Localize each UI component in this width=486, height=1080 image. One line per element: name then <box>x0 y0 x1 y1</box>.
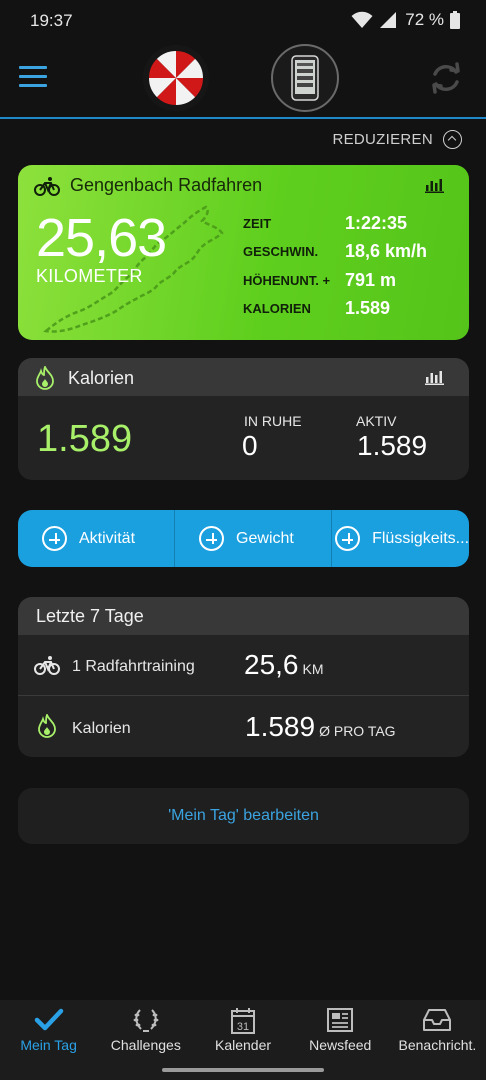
quick-add-bar: Aktivität Gewicht Flüssigkeits... <box>18 510 469 567</box>
calendar-icon: 31 <box>231 1008 255 1034</box>
inbox-icon <box>423 1009 452 1031</box>
activity-distance: 25,63 <box>36 208 167 268</box>
week-row-label: 1 Radfahrtraining <box>72 658 195 675</box>
home-indicator[interactable] <box>162 1068 324 1072</box>
activity-distance-unit: KILOMETER <box>36 266 143 286</box>
reduce-toggle[interactable]: REDUZIEREN <box>332 130 462 149</box>
bike-computer-icon <box>291 55 319 101</box>
chevron-up-icon <box>443 130 462 149</box>
stat-row-elevation: HÖHENUNT. + 791 m <box>243 266 427 295</box>
stat-row-speed: GESCHWIN. 18,6 km/h <box>243 238 427 267</box>
plus-circle-icon <box>42 526 67 551</box>
app-header <box>0 44 486 118</box>
calories-card[interactable]: Kalorien 1.589 IN RUHE 0 AKTIV 1.589 <box>18 358 469 480</box>
calories-rest-label: IN RUHE <box>244 413 302 429</box>
nav-label: Kalender <box>214 1037 272 1053</box>
stat-value: 18,6 km/h <box>345 241 428 262</box>
add-activity-button[interactable]: Aktivität <box>18 510 176 567</box>
activity-title: Gengenbach Radfahren <box>70 175 263 195</box>
stat-label: ZEIT <box>243 215 272 231</box>
flame-icon <box>38 714 56 738</box>
action-label: Gewicht <box>236 529 294 547</box>
week-row-label: Kalorien <box>72 720 131 737</box>
week-row-cycling[interactable]: 1 Radfahrtraining 25,6 KM <box>18 635 469 696</box>
calories-title: Kalorien <box>68 367 135 388</box>
calories-card-header: Kalorien <box>18 358 469 396</box>
stat-label: KALORIEN <box>243 301 311 317</box>
checkmark-icon <box>34 1008 63 1031</box>
stat-row-time: ZEIT 1:22:35 <box>243 209 427 238</box>
edit-my-day-button[interactable]: 'Mein Tag' bearbeiten <box>18 788 469 844</box>
plus-circle-icon <box>335 526 361 551</box>
stat-value: 791 m <box>345 269 397 290</box>
stat-label: GESCHWIN. <box>243 244 319 260</box>
stat-value: 1:22:35 <box>345 212 408 233</box>
wifi-icon <box>351 11 373 28</box>
last-7-days-card[interactable]: Letzte 7 Tage 1 Radfahrtraining 25,6 KM K… <box>18 597 469 757</box>
device-button[interactable] <box>271 44 339 112</box>
calories-total: 1.589 <box>37 418 133 460</box>
bicycle-icon <box>34 656 60 675</box>
add-hydration-button[interactable]: Flüssigkeits... <box>332 510 469 567</box>
activity-stats: ZEIT 1:22:35 GESCHWIN. 18,6 km/h HÖHENUN… <box>243 209 427 323</box>
battery-percent: 72 % <box>405 10 444 29</box>
nav-item-notifications[interactable]: Benachricht. <box>389 1000 486 1080</box>
header-divider <box>0 117 486 119</box>
add-weight-button[interactable]: Gewicht <box>175 510 333 567</box>
activity-card[interactable]: Gengenbach Radfahren 25,63 KILOMETER ZEI… <box>18 165 469 340</box>
hamburger-menu-icon[interactable] <box>19 66 47 90</box>
plus-circle-icon <box>199 526 225 551</box>
laurel-icon <box>133 1009 159 1032</box>
nav-item-my-day[interactable]: Mein Tag <box>0 1000 97 1080</box>
nav-label: Newsfeed <box>309 1037 372 1053</box>
week-row-number: 1.589 <box>245 711 316 742</box>
status-icons: 72 % <box>351 10 460 30</box>
action-label: Flüssigkeits... <box>372 529 469 547</box>
bar-chart-icon[interactable] <box>425 369 445 385</box>
calories-active-value: 1.589 <box>357 430 428 461</box>
stat-label: HÖHENUNT. + <box>243 272 331 288</box>
stat-value: 1.589 <box>345 298 391 319</box>
flame-icon <box>36 366 54 390</box>
week-row-calories[interactable]: Kalorien 1.589 Ø PRO TAG <box>18 697 469 757</box>
week-row-unit: KM <box>302 661 324 677</box>
stat-row-calories: KALORIEN 1.589 <box>243 295 427 324</box>
newspaper-icon <box>327 1008 354 1032</box>
week-row-value: 1.589 Ø PRO TAG <box>245 711 396 743</box>
calendar-day: 31 <box>237 1021 249 1033</box>
status-bar: 19:37 72 % <box>0 0 486 44</box>
sync-icon[interactable] <box>428 60 464 96</box>
status-time: 19:37 <box>30 11 73 30</box>
week-row-value: 25,6 KM <box>244 649 324 681</box>
nav-label: Mein Tag <box>20 1037 77 1053</box>
battery-icon <box>450 11 460 29</box>
action-label: Aktivität <box>79 529 136 547</box>
week-row-number: 25,6 <box>244 649 299 680</box>
edit-my-day-label: 'Mein Tag' bearbeiten <box>168 807 319 824</box>
week-title: Letzte 7 Tage <box>36 606 144 626</box>
nav-label: Benachricht. <box>398 1037 477 1053</box>
bicycle-icon <box>34 176 60 196</box>
cell-signal-icon <box>380 12 397 28</box>
week-card-header: Letzte 7 Tage <box>18 597 469 635</box>
bar-chart-icon[interactable] <box>425 177 445 193</box>
calories-rest-value: 0 <box>242 430 258 461</box>
week-row-unit: Ø PRO TAG <box>319 723 396 739</box>
calories-active-label: AKTIV <box>356 413 397 429</box>
nav-label: Challenges <box>110 1037 181 1053</box>
avatar[interactable] <box>143 45 209 111</box>
reduce-label: REDUZIEREN <box>332 131 433 148</box>
